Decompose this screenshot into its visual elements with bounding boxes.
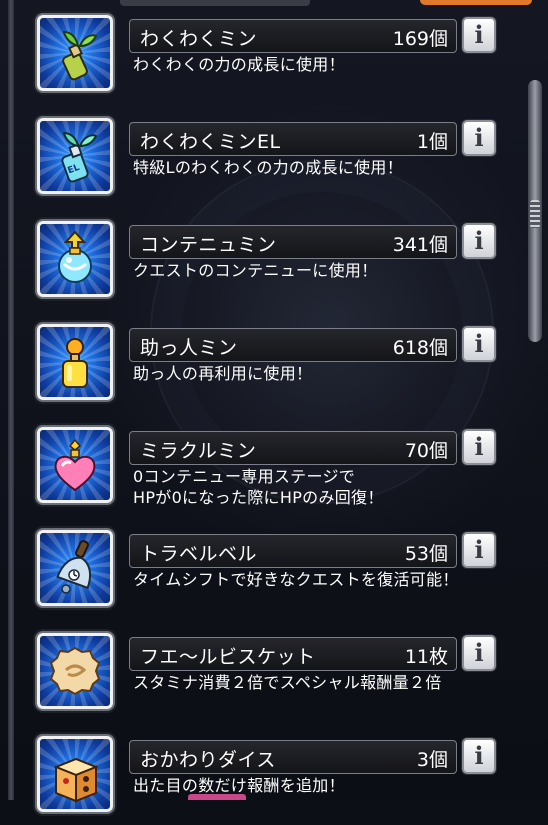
continue-potion-icon — [58, 230, 92, 283]
info-button[interactable]: i — [462, 120, 496, 156]
info-icon: i — [474, 535, 484, 564]
bottle-sprout-icon — [62, 30, 98, 81]
dice-icon — [53, 757, 99, 803]
info-icon: i — [474, 20, 484, 49]
item-count: 341個 — [392, 234, 448, 256]
scrollbar-grip[interactable] — [530, 200, 540, 228]
item-icon-tile — [37, 221, 113, 297]
info-icon: i — [474, 432, 484, 461]
list-item[interactable]: EL わくわくミンEL 1個 i 特級Lのわくわくの力の成長に使用！ — [0, 103, 520, 207]
info-icon: i — [474, 226, 484, 255]
heart-potion-icon — [54, 438, 96, 492]
item-description: タイムシフトで好きなクエストを復活可能！ — [133, 570, 459, 589]
item-name-bar: トラベルベル 53個 — [129, 534, 457, 568]
list-item[interactable]: おかわりダイス 3個 i 出た目の数だけ報酬を追加！ — [0, 721, 520, 825]
item-name: ミラクルミン — [140, 440, 257, 462]
item-name-bar: 助っ人ミン 618個 — [129, 328, 457, 362]
item-name: わくわくミン — [140, 28, 258, 50]
item-count: 169個 — [392, 28, 448, 50]
item-icon-tile — [37, 15, 113, 91]
item-name-bar: わくわくミンEL 1個 — [129, 122, 457, 156]
list-item[interactable]: わくわくミン 169個 i わくわくの力の成長に使用！ — [0, 0, 520, 104]
item-description: スタミナ消費２倍でスペシャル報酬量２倍 — [133, 673, 442, 692]
info-icon: i — [474, 638, 484, 667]
item-name: わくわくミンEL — [140, 131, 281, 153]
bottom-tab-edge — [188, 794, 246, 800]
item-description: 0コンテニュー専用ステージで HPが0になった際にHPのみ回復！ — [133, 467, 384, 507]
item-name: フエ～ルビスケット — [140, 646, 316, 668]
info-icon: i — [474, 123, 484, 152]
item-name-bar: ミラクルミン 70個 — [129, 431, 457, 465]
item-count: 1個 — [416, 131, 448, 153]
item-description: わくわくの力の成長に使用！ — [133, 55, 345, 74]
item-icon-tile — [37, 736, 113, 812]
item-description: 特級Lのわくわくの力の成長に使用！ — [133, 158, 404, 177]
item-count: 3個 — [416, 749, 448, 771]
helper-potion-icon — [62, 338, 88, 388]
item-count: 70個 — [404, 440, 448, 462]
biscuit-icon — [49, 646, 101, 696]
list-item[interactable]: コンテニュミン 341個 i クエストのコンテニューに使用！ — [0, 206, 520, 310]
item-count: 53個 — [404, 543, 448, 565]
item-name: コンテニュミン — [140, 234, 277, 256]
list-item[interactable]: トラベルベル 53個 i タイムシフトで好きなクエストを復活可能！ — [0, 515, 520, 619]
item-icon-tile — [37, 530, 113, 606]
item-name-bar: おかわりダイス 3個 — [129, 740, 457, 774]
item-description: 助っ人の再利用に使用！ — [133, 364, 313, 383]
item-count: 11枚 — [404, 646, 448, 668]
list-item[interactable]: ミラクルミン 70個 i 0コンテニュー専用ステージで HPが0になった際にHP… — [0, 412, 520, 516]
list-item[interactable]: フエ～ルビスケット 11枚 i スタミナ消費２倍でスペシャル報酬量２倍 — [0, 618, 520, 722]
info-button[interactable]: i — [462, 429, 496, 465]
item-description: 出た目の数だけ報酬を追加！ — [133, 776, 345, 795]
item-name-bar: わくわくミン 169個 — [129, 19, 457, 53]
info-button[interactable]: i — [462, 326, 496, 362]
info-button[interactable]: i — [462, 738, 496, 774]
info-icon: i — [474, 741, 484, 770]
item-name-bar: フエ～ルビスケット 11枚 — [129, 637, 457, 671]
item-list: わくわくミン 169個 i わくわくの力の成長に使用！ EL わくわくミンEL … — [0, 0, 548, 812]
item-name: おかわりダイス — [140, 749, 276, 771]
item-name: 助っ人ミン — [140, 337, 238, 359]
list-item[interactable]: 助っ人ミン 618個 i 助っ人の再利用に使用！ — [0, 309, 520, 413]
item-name-bar: コンテニュミン 341個 — [129, 225, 457, 259]
item-icon-tile: EL — [37, 118, 113, 194]
info-button[interactable]: i — [462, 223, 496, 259]
info-button[interactable]: i — [462, 17, 496, 53]
item-icon-tile — [37, 427, 113, 503]
info-icon: i — [474, 329, 484, 358]
item-name: トラベルベル — [140, 543, 258, 565]
item-count: 618個 — [392, 337, 448, 359]
item-icon-tile — [37, 324, 113, 400]
item-description: クエストのコンテニューに使用！ — [133, 261, 378, 280]
bell-icon — [56, 540, 92, 594]
item-icon-tile — [37, 633, 113, 709]
info-button[interactable]: i — [462, 635, 496, 671]
info-button[interactable]: i — [462, 532, 496, 568]
el-bottle-icon: EL — [61, 131, 98, 183]
